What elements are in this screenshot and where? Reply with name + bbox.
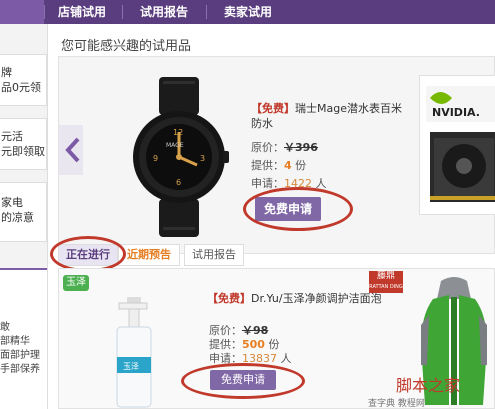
supply-count: 4 <box>284 159 292 172</box>
left-sidebar: 牌 品0元领 元活 元即领取 家电 的凉意 敢 部精华 面部护理 手部保养 <box>0 24 48 409</box>
product-title-line1: 瑞士Mage潜水表百米 <box>295 102 402 115</box>
svg-text:3: 3 <box>200 154 205 163</box>
nav-separator <box>206 5 207 19</box>
page: 店铺试用 试用报告 卖家试用 牌 品0元领 元活 元即领取 家电 的凉意 敢 部… <box>0 0 495 409</box>
highlight-oval <box>243 187 353 231</box>
brand-logo-right-sub: RATTAN DING <box>369 284 403 290</box>
free-tag: 【免费】 <box>207 292 251 305</box>
tab-upcoming[interactable]: 近期预告 <box>118 244 180 266</box>
watch-brand-text: MAGE <box>166 142 184 149</box>
sidebar-promo-3[interactable]: 家电 的凉意 <box>0 182 47 242</box>
supply-row: 提供：4 份 <box>251 157 306 173</box>
sidebar-promo-2[interactable]: 元活 元即领取 <box>0 118 47 170</box>
nvidia-logo-text: NVIDIA. <box>432 106 480 119</box>
nav-item-shop-trial[interactable]: 店铺试用 <box>46 0 118 24</box>
brand-logo-right: 藤鼎 RATTAN DING <box>369 271 403 293</box>
trial-product-title[interactable]: 【免费】Dr.Yu/玉泽净颜调护洁面泡 <box>207 291 387 306</box>
sidebar-promo-text: 元活 <box>1 130 23 143</box>
nav-item-trial-report[interactable]: 试用报告 <box>126 0 202 24</box>
sidebar-category-item[interactable]: 手部保养 <box>0 360 40 375</box>
carousel-prev-button[interactable] <box>59 125 83 175</box>
supply-unit: 份 <box>295 159 307 172</box>
nav-item-seller-trial[interactable]: 卖家试用 <box>210 0 286 24</box>
price-row: 原价：￥396 <box>251 139 318 155</box>
sidebar-promo-1[interactable]: 牌 品0元领 <box>0 54 47 106</box>
featured-product-card: 12 9 3 6 MAGE 【免费】瑞士Mage潜水表百米 防水 原价：￥396… <box>58 56 495 254</box>
cleanser-product-image[interactable]: 玉泽 <box>115 295 155 409</box>
watermark-subtext: 查字典 教程网 <box>368 399 425 409</box>
sidebar-category-item[interactable]: 面部护理 <box>0 346 40 361</box>
brand-logo-right-name: 藤鼎 <box>376 271 395 281</box>
price-label: 原价： <box>251 141 284 154</box>
apply-unit: 人 <box>280 352 292 365</box>
chevron-left-icon <box>65 137 80 163</box>
product-title-text: Dr.Yu/玉泽净颜调护洁面泡 <box>251 292 382 305</box>
sidebar-promo-text: 品0元领 <box>1 81 41 94</box>
watermark-text: 脚本之家 <box>396 376 461 395</box>
highlight-oval <box>181 363 305 399</box>
highlight-oval <box>50 236 126 272</box>
price-value: ￥396 <box>284 141 318 154</box>
bottle-label-text: 玉泽 <box>123 362 139 371</box>
supply-label: 提供： <box>251 159 284 172</box>
free-tag: 【免费】 <box>251 102 295 115</box>
featured-product-title[interactable]: 【免费】瑞士Mage潜水表百米 防水 <box>251 101 421 131</box>
sidebar-promo-text: 的凉意 <box>1 211 34 224</box>
side-product-card[interactable]: NVIDIA. <box>419 75 495 215</box>
sidebar-category-item[interactable]: 敢 <box>0 318 10 333</box>
main-content: 您可能感兴趣的试用品 12 9 3 6 MAGE 【免费】瑞士Mage潜水表百米… <box>48 24 495 409</box>
nav-separator <box>44 5 45 19</box>
product-title-line2: 防水 <box>251 117 273 130</box>
watch-product-image[interactable]: 12 9 3 6 MAGE <box>129 77 229 237</box>
svg-text:9: 9 <box>153 154 158 163</box>
sidebar-category-list: 敢 部精华 面部护理 手部保养 <box>0 268 47 409</box>
sidebar-promo-text: 元即领取 <box>1 145 45 158</box>
trial-tabs: 正在进行 近期预告 试用报告 <box>48 236 495 272</box>
top-nav: 店铺试用 试用报告 卖家试用 <box>0 0 495 24</box>
section-title: 您可能感兴趣的试用品 <box>61 39 192 54</box>
svg-text:12: 12 <box>173 128 183 137</box>
tab-trial-report[interactable]: 试用报告 <box>184 244 244 266</box>
graphics-card-image: NVIDIA. <box>426 86 495 202</box>
nav-item-current[interactable] <box>0 0 44 24</box>
brand-logo-left: 玉泽 <box>63 275 89 291</box>
sidebar-promo-text: 牌 <box>1 66 12 79</box>
sidebar-category-item[interactable]: 部精华 <box>0 332 30 347</box>
nav-separator <box>122 5 123 19</box>
svg-text:6: 6 <box>176 178 181 187</box>
sidebar-promo-text: 家电 <box>1 196 23 209</box>
